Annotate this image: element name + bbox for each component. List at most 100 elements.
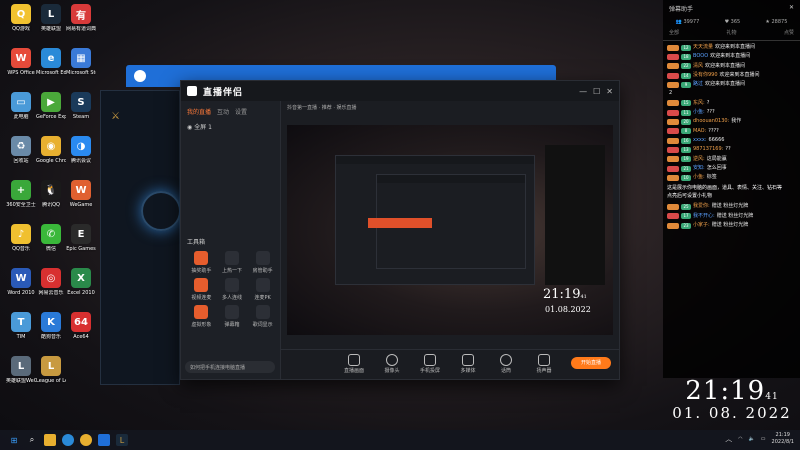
- tray-clock[interactable]: 21:19 2022/8/1: [772, 432, 794, 446]
- desktop-icon[interactable]: e Microsoft Edge: [36, 48, 66, 76]
- desktop-icon[interactable]: ◎ 网易云音乐: [36, 268, 66, 296]
- level-badge: 19: [681, 156, 691, 163]
- file-explorer-icon[interactable]: [44, 434, 56, 446]
- chat-nickname[interactable]: 逆风:: [693, 155, 705, 164]
- tool-danmaku[interactable]: 弹幕箱: [218, 305, 247, 328]
- desktop-icon[interactable]: W WPS Office: [6, 48, 36, 76]
- tool-avatar[interactable]: 虚拟形象: [187, 305, 216, 328]
- battery-icon[interactable]: ▭: [761, 436, 766, 442]
- tool-lottery[interactable]: 抽奖助手: [187, 251, 216, 274]
- desktop-icon[interactable]: 🐧 腾讯QQ: [36, 180, 66, 208]
- chat-message: 2: [667, 89, 796, 98]
- chrome-icon[interactable]: [80, 434, 92, 446]
- app-icon: 64: [71, 312, 91, 332]
- volume-icon[interactable]: 🔈: [749, 436, 755, 442]
- media-button[interactable]: 多媒体: [455, 354, 481, 374]
- chat-nickname[interactable]: 我不开心:: [693, 212, 715, 221]
- app-titlebar[interactable]: 直播伴侣 — ☐ ✕: [181, 81, 619, 101]
- tab-gifts[interactable]: 礼物: [726, 29, 736, 36]
- desktop-icon[interactable]: 有网易有道词典: [66, 4, 96, 32]
- desktop-icon[interactable]: W WeGame: [66, 180, 96, 208]
- screen-capture-button[interactable]: 直播画面: [341, 354, 367, 374]
- desktop-icon[interactable]: E Epic Games: [66, 224, 96, 252]
- chat-nickname[interactable]: 安知:: [693, 164, 705, 173]
- league-orb-icon: [141, 191, 181, 231]
- tab-likes[interactable]: 点赞: [784, 29, 794, 36]
- chat-nickname[interactable]: xxxx:: [693, 136, 707, 145]
- chat-message: 12 天天流量 欢迎来到本直播间: [667, 43, 796, 52]
- live-companion-icon[interactable]: [98, 434, 110, 446]
- chat-message: 18 BOOO 欢迎来到本直播间: [667, 52, 796, 61]
- tab-my-live[interactable]: 我的直播: [187, 107, 211, 116]
- desktop-icon[interactable]: 64 Ace64: [66, 312, 96, 340]
- desktop-icon-label: Ace64: [73, 334, 89, 340]
- desktop-icon[interactable]: Q QQ游戏: [6, 4, 36, 32]
- desktop-icon[interactable]: X Excel 2010: [66, 268, 96, 296]
- level-badge: 10: [681, 174, 691, 181]
- league-icon[interactable]: L: [116, 434, 128, 446]
- tab-interact[interactable]: 互动: [217, 107, 229, 116]
- tab-settings[interactable]: 设置: [235, 107, 247, 116]
- desktop-icon[interactable]: ♪ QQ音乐: [6, 224, 36, 252]
- desktop-icon[interactable]: L 英雄联盟WeGame版: [6, 356, 36, 384]
- tool-pk[interactable]: 连麦PK: [248, 278, 277, 301]
- live-companion-window[interactable]: 直播伴侣 — ☐ ✕ 我的直播 互动 设置 ◉ 全屏 1 工具箱 抽奖助手 上热…: [180, 80, 620, 380]
- chat-nickname[interactable]: 没有你990: [693, 71, 718, 80]
- start-live-button[interactable]: 开始直播: [571, 357, 611, 369]
- edge-icon[interactable]: [62, 434, 74, 446]
- chat-nickname[interactable]: 天天流量: [693, 43, 713, 52]
- chat-nickname[interactable]: 东风:: [693, 99, 705, 108]
- scene-item[interactable]: ◉ 全屏 1: [181, 120, 280, 133]
- desktop-icon[interactable]: ▶ GeForce Experience: [36, 92, 66, 120]
- desktop-icon[interactable]: K 酷狗音乐: [36, 312, 66, 340]
- chat-nickname[interactable]: 小鱼:: [693, 108, 705, 117]
- chat-nickname[interactable]: MAO:: [693, 127, 706, 136]
- tab-all[interactable]: 全部: [669, 29, 679, 36]
- close-icon[interactable]: ✕: [606, 87, 613, 96]
- chat-nickname[interactable]: 987137169:: [693, 145, 723, 154]
- fan-badge-icon: [667, 165, 679, 172]
- search-icon[interactable]: ⌕: [26, 434, 38, 446]
- desktop-icon[interactable]: ▭ 此电脑: [6, 92, 36, 120]
- chat-nickname[interactable]: 路过: [693, 80, 703, 89]
- tool-lyrics[interactable]: 歌词显示: [248, 305, 277, 328]
- speaker-button[interactable]: 扬声器: [531, 354, 557, 374]
- chat-nickname[interactable]: dhoouan0130:: [693, 117, 729, 126]
- desktop-icon[interactable]: T TIM: [6, 312, 36, 340]
- chat-nickname[interactable]: BOOO: [693, 52, 708, 61]
- desktop-icon[interactable]: +360安全卫士: [6, 180, 36, 208]
- desktop-icon-label: 英雄联盟: [40, 26, 61, 32]
- desktop-icon[interactable]: ◑ 腾讯会议: [66, 136, 96, 164]
- tool-hot[interactable]: 上热一下: [218, 251, 247, 274]
- desktop-icon-label: 酷狗音乐: [40, 334, 61, 340]
- tool-video-link[interactable]: 视频连麦: [187, 278, 216, 301]
- maximize-icon[interactable]: ☐: [593, 87, 600, 96]
- desktop-icon[interactable]: ✆ 微信: [36, 224, 66, 252]
- chat-message: 20 dhoouan0130: 我作: [667, 117, 796, 126]
- close-icon[interactable]: ✕: [789, 4, 794, 13]
- chat-nickname[interactable]: 小鱼:: [693, 173, 705, 182]
- desktop-icon[interactable]: L 英雄联盟: [36, 4, 66, 32]
- desktop-icon[interactable]: ♻ 回收站: [6, 136, 36, 164]
- start-icon[interactable]: ⊞: [8, 434, 20, 446]
- desktop-icon[interactable]: L League of Legends: [36, 356, 66, 384]
- nested-chat: [545, 145, 605, 285]
- chat-nickname[interactable]: 小家子:: [693, 221, 710, 230]
- desktop-icon[interactable]: ▦ Microsoft Store: [66, 48, 96, 76]
- desktop-icon[interactable]: W Word 2010: [6, 268, 36, 296]
- desktop-icon[interactable]: S Steam: [66, 92, 96, 120]
- mic-button[interactable]: 话筒: [493, 354, 519, 374]
- tool-multi-link[interactable]: 多人连线: [218, 278, 247, 301]
- camera-button[interactable]: 摄像头: [379, 354, 405, 374]
- league-client-window[interactable]: ⚔: [100, 90, 181, 385]
- desktop-icon[interactable]: ◉ Google Chrome: [36, 136, 66, 164]
- chat-nickname[interactable]: 我爱你:: [693, 202, 710, 211]
- app-sidebar: 我的直播 互动 设置 ◉ 全屏 1 工具箱 抽奖助手 上热一下 房管助手 视频连…: [181, 101, 281, 379]
- minimize-icon[interactable]: —: [579, 87, 587, 96]
- wifi-icon[interactable]: ◠: [738, 436, 742, 442]
- phone-cast-button[interactable]: 手机投屏: [417, 354, 443, 374]
- tray-expand-icon[interactable]: ︿: [725, 434, 732, 444]
- help-notice[interactable]: 如何把手机连接电脑直播: [185, 361, 275, 373]
- chat-nickname[interactable]: 清风: [693, 62, 703, 71]
- tool-room-admin[interactable]: 房管助手: [248, 251, 277, 274]
